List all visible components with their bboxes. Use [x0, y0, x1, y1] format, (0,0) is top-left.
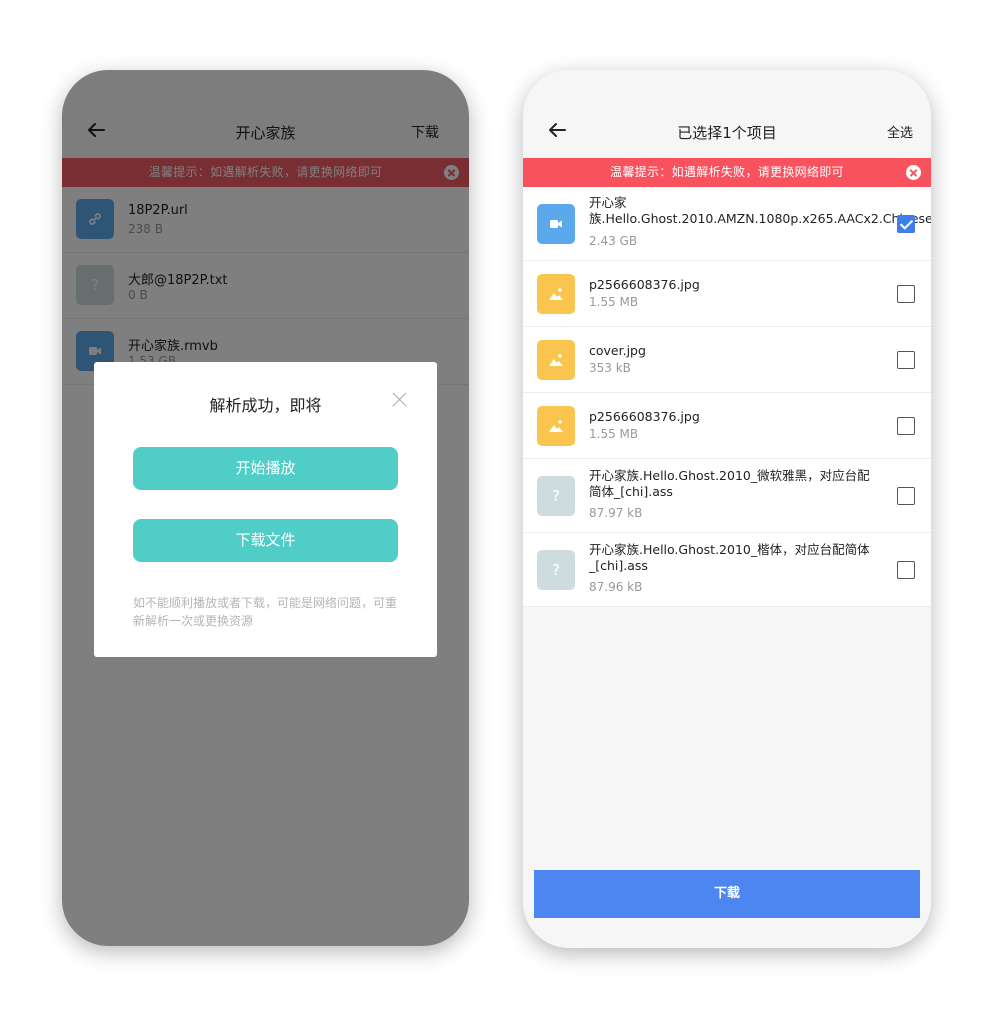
close-notice-icon[interactable]: [906, 165, 921, 180]
file-name: 开心家族.Hello.Ghost.2010_楷体，对应台配简体_[chi].as…: [589, 542, 870, 573]
list-item[interactable]: ? 开心家族.Hello.Ghost.2010_楷体，对应台配简体_[chi].…: [523, 533, 931, 607]
file-size: 1.55 MB: [589, 295, 639, 309]
list-item[interactable]: cover.jpg 353 kB: [523, 327, 931, 393]
start-play-button[interactable]: 开始播放: [133, 447, 398, 490]
dialog-hint: 如不能顺利播放或者下载，可能是网络问题，可重新解析一次或更换资源: [133, 596, 398, 628]
image-icon: [537, 273, 575, 314]
list-item[interactable]: ? 开心家族.Hello.Ghost.2010_微软雅黑，对应台配简体_[chi…: [523, 459, 931, 533]
file-checkbox[interactable]: [897, 560, 915, 579]
dialog-overlay[interactable]: 解析成功，即将 开始播放 下载文件 如不能顺利播放或者下载，可能是网络问题，可重…: [62, 70, 469, 946]
file-name: cover.jpg: [589, 343, 646, 358]
svg-text:?: ?: [552, 561, 560, 579]
file-name: p2566608376.jpg: [589, 277, 700, 292]
file-name: 开心家族.Hello.Ghost.2010_微软雅黑，对应台配简体_[chi].…: [589, 468, 870, 499]
download-button[interactable]: 下载: [534, 870, 920, 918]
file-size: 1.55 MB: [589, 427, 639, 441]
parse-success-dialog: 解析成功，即将 开始播放 下载文件 如不能顺利播放或者下载，可能是网络问题，可重…: [94, 362, 437, 657]
unknown-file-icon: ?: [537, 475, 575, 516]
image-icon: [537, 405, 575, 446]
file-name: 开心家族.Hello.Ghost.2010.AMZN.1080p.x265.AA…: [589, 195, 931, 226]
list-item[interactable]: p2566608376.jpg 1.55 MB: [523, 393, 931, 459]
right-header: 已选择1个项目 全选: [523, 70, 931, 158]
file-size: 2.43 GB: [589, 234, 638, 248]
notice-text: 温馨提示：如遇解析失败，请更换网络即可: [610, 165, 844, 179]
image-icon: [537, 339, 575, 380]
list-item[interactable]: p2566608376.jpg 1.55 MB: [523, 261, 931, 327]
file-size: 353 kB: [589, 361, 631, 375]
selectable-file-list: 开心家族.Hello.Ghost.2010.AMZN.1080p.x265.AA…: [523, 187, 931, 607]
file-checkbox[interactable]: [897, 284, 915, 303]
left-phone-screen: 开心家族 下载 温馨提示：如遇解析失败，请更换网络即可 18P2P.url 23…: [62, 70, 469, 946]
page-title: 已选择1个项目: [677, 124, 777, 142]
svg-text:?: ?: [552, 487, 560, 505]
file-size: 87.96 kB: [589, 580, 643, 594]
unknown-file-icon: ?: [537, 549, 575, 590]
file-size: 87.97 kB: [589, 506, 643, 520]
download-file-button[interactable]: 下载文件: [133, 519, 398, 562]
video-icon: [537, 203, 575, 244]
file-name: p2566608376.jpg: [589, 409, 700, 424]
file-checkbox[interactable]: [897, 214, 915, 233]
right-phone-screen: 已选择1个项目 全选 温馨提示：如遇解析失败，请更换网络即可 开心家族.Hell…: [523, 70, 931, 948]
file-checkbox[interactable]: [897, 416, 915, 435]
list-item[interactable]: 开心家族.Hello.Ghost.2010.AMZN.1080p.x265.AA…: [523, 187, 931, 261]
select-all-button[interactable]: 全选: [887, 122, 913, 141]
file-checkbox[interactable]: [897, 350, 915, 369]
close-icon[interactable]: [389, 390, 409, 410]
file-checkbox[interactable]: [897, 486, 915, 505]
dialog-title: 解析成功，即将: [209, 396, 322, 415]
notice-banner: 温馨提示：如遇解析失败，请更换网络即可: [523, 158, 931, 187]
